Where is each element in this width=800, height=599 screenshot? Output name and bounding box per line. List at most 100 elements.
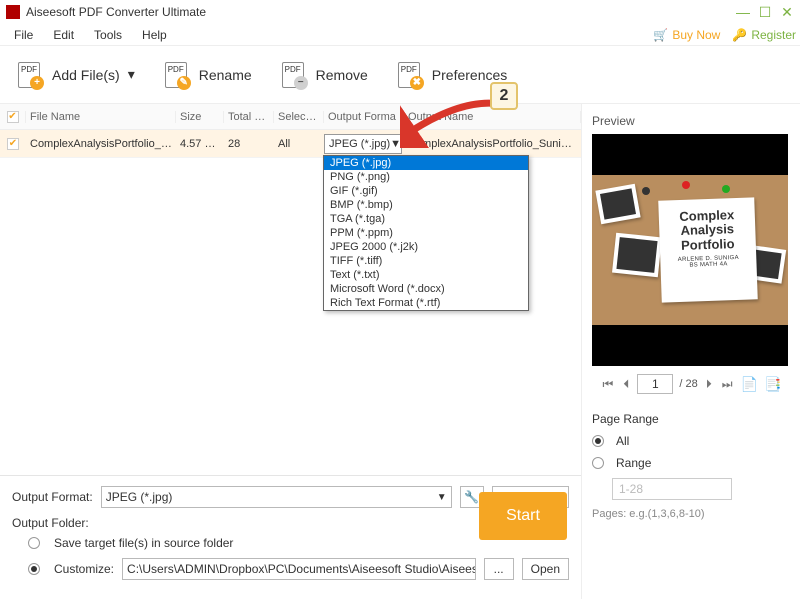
buy-now-link[interactable]: 🛒 Buy Now	[653, 28, 720, 42]
page-range-range-radio[interactable]	[592, 457, 604, 469]
app-logo-icon	[6, 5, 20, 19]
menu-tools[interactable]: Tools	[84, 26, 132, 44]
step-marker: 2	[490, 82, 518, 110]
output-format-dropdown[interactable]: JPEG (*.jpg) PNG (*.png) GIF (*.gif) BMP…	[323, 155, 529, 311]
title-bar: Aiseesoft PDF Converter Ultimate — ☐ ✕	[0, 0, 800, 24]
first-page-button[interactable]: ⏮	[601, 377, 616, 392]
page-view-button[interactable]: 📄	[741, 376, 758, 393]
add-files-label: Add File(s)	[52, 67, 120, 83]
preview-main-paper: Complex Analysis Portfolio ARLENE D. SUN…	[658, 197, 758, 302]
page-range-title: Page Range	[592, 412, 790, 426]
checkbox-icon	[7, 138, 19, 150]
preview-photo	[595, 184, 640, 224]
cell-total-pages: 28	[224, 138, 274, 150]
page-range-input[interactable]: 1-28	[612, 478, 732, 500]
next-page-button[interactable]: ⏵	[704, 377, 714, 392]
chevron-down-icon: ▼	[437, 492, 447, 503]
bottom-panel: Output Format: JPEG (*.jpg) ▼ 🔧 Apply to…	[0, 475, 581, 599]
col-selected[interactable]: Selected	[274, 111, 324, 123]
open-folder-button[interactable]: Open	[522, 558, 569, 580]
page-range-section: Page Range All Range 1-28 Pages: e.g.(1,…	[592, 412, 790, 520]
output-format-select-value: JPEG (*.jpg)	[106, 490, 173, 504]
chevron-down-icon: ▾	[128, 66, 135, 83]
row-checkbox[interactable]	[0, 138, 26, 150]
rename-label: Rename	[199, 67, 252, 83]
cell-output-format[interactable]: JPEG (*.jpg) ▼	[324, 134, 404, 154]
cell-selected: All	[274, 138, 324, 150]
last-page-button[interactable]: ⏭	[720, 377, 735, 392]
page-range-hint: Pages: e.g.(1,3,6,8-10)	[592, 508, 790, 520]
dropdown-option[interactable]: BMP (*.bmp)	[324, 198, 528, 212]
rename-icon: PDF✎	[161, 60, 191, 90]
page-export-button[interactable]: 📑	[764, 376, 781, 393]
col-file-name[interactable]: File Name	[26, 111, 176, 123]
dropdown-option[interactable]: PPM (*.ppm)	[324, 226, 528, 240]
register-link[interactable]: 🔑 Register	[732, 28, 796, 42]
dropdown-option[interactable]: Microsoft Word (*.docx)	[324, 282, 528, 296]
preview-paper-title: Complex Analysis Portfolio	[665, 208, 750, 254]
page-range-range-label: Range	[616, 456, 651, 470]
menu-bar: File Edit Tools Help 🛒 Buy Now 🔑 Registe…	[0, 24, 800, 46]
file-list-pane: File Name Size Total Pag Selected Output…	[0, 104, 582, 599]
dropdown-option[interactable]: Rich Text Format (*.rtf)	[324, 296, 528, 310]
col-total-pages[interactable]: Total Pag	[224, 111, 274, 123]
dropdown-option[interactable]: PNG (*.png)	[324, 170, 528, 184]
rename-button[interactable]: PDF✎ Rename	[161, 60, 252, 90]
page-number-input[interactable]: 1	[637, 374, 673, 394]
register-label: Register	[751, 28, 796, 42]
preview-image: Complex Analysis Portfolio ARLENE D. SUN…	[592, 175, 788, 325]
output-path-input[interactable]: C:\Users\ADMIN\Dropbox\PC\Documents\Aise…	[122, 558, 476, 580]
preview-box: Complex Analysis Portfolio ARLENE D. SUN…	[592, 134, 788, 366]
cell-size: 4.57 MB	[176, 138, 224, 150]
prev-page-button[interactable]: ⏴	[621, 377, 631, 392]
dropdown-option[interactable]: Text (*.txt)	[324, 268, 528, 282]
buy-now-label: Buy Now	[672, 28, 720, 42]
customize-radio[interactable]	[28, 563, 40, 575]
output-format-label: Output Format:	[12, 490, 93, 504]
customize-label: Customize:	[54, 562, 114, 576]
dropdown-option[interactable]: JPEG 2000 (*.j2k)	[324, 240, 528, 254]
dropdown-option[interactable]: GIF (*.gif)	[324, 184, 528, 198]
dropdown-option[interactable]: TGA (*.tga)	[324, 212, 528, 226]
cell-file-name: ComplexAnalysisPortfolio_S...	[26, 138, 176, 150]
add-files-button[interactable]: PDF+ Add File(s) ▾	[14, 60, 135, 90]
save-in-source-label: Save target file(s) in source folder	[54, 536, 233, 550]
output-format-select[interactable]: JPEG (*.jpg) ▼	[101, 486, 452, 508]
menu-edit[interactable]: Edit	[43, 26, 84, 44]
col-size[interactable]: Size	[176, 111, 224, 123]
save-in-source-radio[interactable]	[28, 537, 40, 549]
minimize-button[interactable]: —	[736, 5, 750, 19]
remove-button[interactable]: PDF− Remove	[278, 60, 368, 90]
preview-photo	[612, 233, 662, 278]
output-format-value: JPEG (*.jpg)	[329, 138, 390, 150]
add-files-icon: PDF+	[14, 60, 44, 90]
preferences-label: Preferences	[432, 67, 507, 83]
close-button[interactable]: ✕	[780, 5, 794, 19]
preview-pager: ⏮ ⏴ 1 / 28 ⏵ ⏭ 📄 📑	[592, 374, 790, 394]
key-icon: 🔑	[732, 28, 747, 42]
page-range-all-label: All	[616, 434, 629, 448]
menu-help[interactable]: Help	[132, 26, 177, 44]
main-pane: File Name Size Total Pag Selected Output…	[0, 104, 800, 599]
maximize-button[interactable]: ☐	[758, 5, 772, 19]
start-button[interactable]: Start	[479, 492, 567, 540]
remove-icon: PDF−	[278, 60, 308, 90]
cart-icon: 🛒	[653, 28, 668, 42]
preview-pane: Preview Complex Analysis Portfolio ARLEN…	[582, 104, 800, 599]
preview-title: Preview	[592, 114, 790, 128]
window-title: Aiseesoft PDF Converter Ultimate	[26, 5, 736, 19]
preferences-icon: PDF✖	[394, 60, 424, 90]
wrench-icon: 🔧	[464, 490, 479, 504]
page-range-all-radio[interactable]	[592, 435, 604, 447]
toolbar: PDF+ Add File(s) ▾ PDF✎ Rename PDF− Remo…	[0, 46, 800, 104]
dropdown-option[interactable]: JPEG (*.jpg)	[324, 156, 528, 170]
header-checkbox-cell[interactable]	[0, 111, 26, 123]
dropdown-option[interactable]: TIFF (*.tiff)	[324, 254, 528, 268]
output-format-combo[interactable]: JPEG (*.jpg) ▼	[324, 134, 402, 154]
col-output-format[interactable]: Output Forma	[324, 111, 404, 123]
browse-button[interactable]: ...	[484, 558, 514, 580]
checkbox-icon	[7, 111, 19, 123]
remove-label: Remove	[316, 67, 368, 83]
page-total-label: / 28	[679, 378, 697, 390]
menu-file[interactable]: File	[4, 26, 43, 44]
